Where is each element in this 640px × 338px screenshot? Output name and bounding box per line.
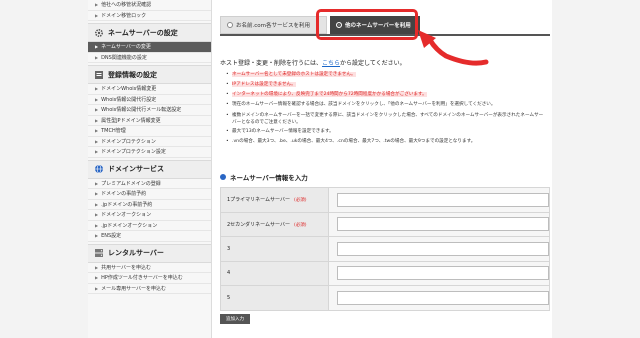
annotation-arrow-icon	[418, 30, 489, 66]
page: ▶ 他社への移管状況確認 ▶ ドメイン移管ロック ネームサーバーの設定 ▶ ネームサー…	[0, 0, 640, 338]
